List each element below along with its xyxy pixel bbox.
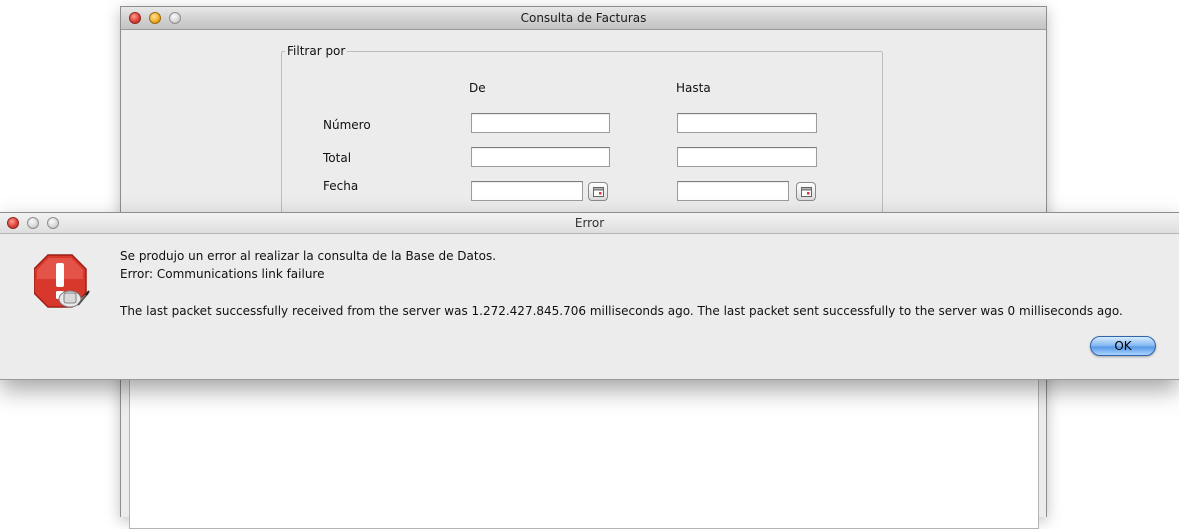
from-column-header: De: [469, 81, 486, 95]
numero-label: Número: [323, 118, 371, 132]
total-label: Total: [323, 151, 352, 165]
error-message-line-2: Error: Communications link failure: [120, 267, 325, 281]
error-dialog: Error Se produjo un error al realizar la…: [0, 212, 1179, 380]
calendar-icon: [593, 187, 604, 197]
error-message-line-1: Se produjo un error al realizar la consu…: [120, 249, 497, 263]
total-from-field[interactable]: [471, 147, 610, 167]
ok-button[interactable]: OK: [1090, 336, 1156, 356]
fecha-label: Fecha: [323, 179, 359, 193]
to-column-header: Hasta: [676, 81, 711, 95]
fecha-from-field[interactable]: [471, 181, 583, 201]
fecha-to-field[interactable]: [677, 181, 789, 201]
fecha-to-calendar-button[interactable]: [796, 182, 816, 201]
filter-group: Filtrar por: [281, 44, 883, 233]
stop-sign-warning-icon: [34, 254, 90, 308]
filter-legend: Filtrar por: [285, 44, 348, 58]
fecha-from-calendar-button[interactable]: [588, 182, 608, 201]
error-message-line-3: The last packet successfully received fr…: [120, 304, 1123, 318]
window-title: Consulta de Facturas: [520, 11, 647, 25]
dialog-titlebar[interactable]: Error: [0, 213, 1179, 234]
results-table-area[interactable]: [129, 377, 1039, 529]
calendar-icon: [801, 187, 812, 197]
numero-from-field[interactable]: [471, 113, 610, 133]
total-to-field[interactable]: [677, 147, 817, 167]
window-titlebar[interactable]: Consulta de Facturas: [121, 7, 1046, 30]
numero-to-field[interactable]: [677, 113, 817, 133]
dialog-title: Error: [574, 216, 605, 230]
